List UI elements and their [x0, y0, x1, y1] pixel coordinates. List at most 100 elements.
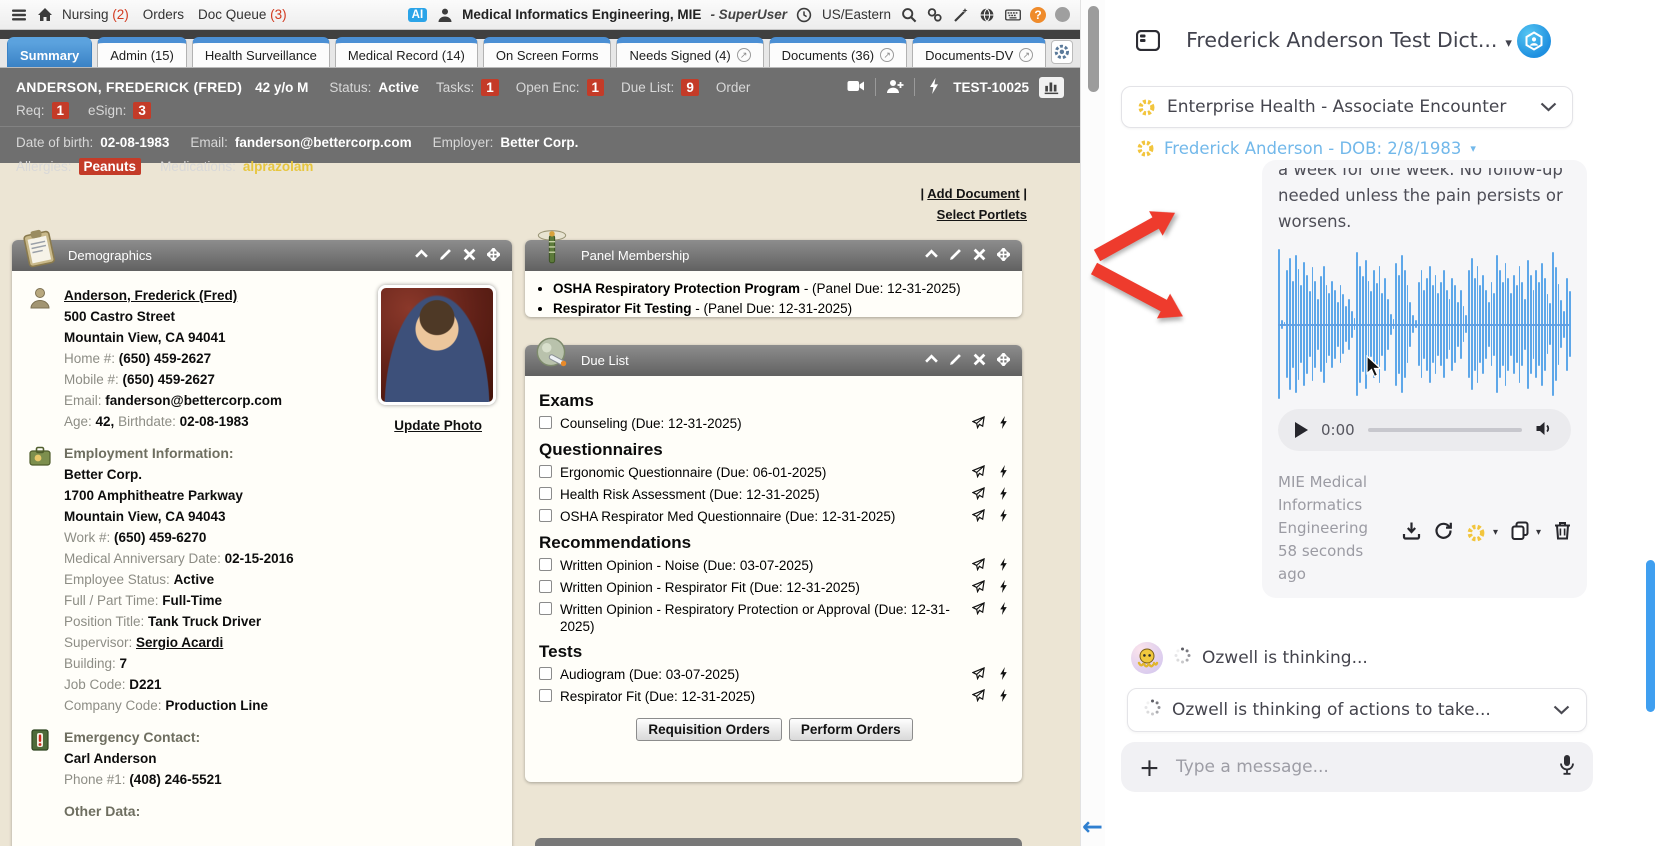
- copy-icon[interactable]: [1511, 521, 1529, 544]
- send-requisition-icon[interactable]: [972, 602, 985, 619]
- user-avatar[interactable]: [1055, 7, 1070, 22]
- due-item-checkbox[interactable]: [539, 465, 552, 478]
- panel-scrollbar-thumb[interactable]: [1646, 560, 1655, 712]
- allergy-badge[interactable]: Peanuts: [79, 158, 142, 175]
- perform-now-icon[interactable]: [997, 667, 1010, 684]
- perform-orders-button[interactable]: Perform Orders: [789, 718, 913, 741]
- due-item-checkbox[interactable]: [539, 602, 552, 615]
- tab-needs-signed[interactable]: Needs Signed (4)↗: [616, 37, 763, 67]
- copy-menu-caret-icon[interactable]: ▾: [1536, 527, 1541, 538]
- requisition-orders-button[interactable]: Requisition Orders: [636, 718, 782, 741]
- select-portlets-link[interactable]: Select Portlets: [937, 207, 1027, 222]
- req-count-badge[interactable]: 1: [52, 102, 70, 119]
- video-call-icon[interactable]: [847, 78, 865, 97]
- microphone-icon[interactable]: [1559, 754, 1575, 780]
- vertical-scrollbar-thumb[interactable]: [1088, 6, 1099, 92]
- add-document-link[interactable]: Add Document: [927, 186, 1019, 201]
- hamburger-menu-icon[interactable]: [10, 6, 27, 23]
- close-icon[interactable]: [973, 248, 986, 264]
- due-item-checkbox[interactable]: [539, 689, 552, 702]
- download-icon[interactable]: [1402, 521, 1421, 544]
- collapse-icon[interactable]: [925, 353, 938, 369]
- open-enc-count-badge[interactable]: 1: [587, 79, 605, 96]
- move-icon[interactable]: [997, 353, 1010, 369]
- send-requisition-icon[interactable]: [972, 465, 985, 482]
- due-item-checkbox[interactable]: [539, 509, 552, 522]
- timezone[interactable]: US/Eastern: [822, 7, 891, 22]
- home-icon[interactable]: [36, 6, 53, 23]
- message-input[interactable]: Type a message...: [1176, 757, 1543, 777]
- edit-pencil-icon[interactable]: [439, 248, 452, 264]
- due-item-checkbox[interactable]: [539, 416, 552, 429]
- demographics-portlet-header[interactable]: Demographics: [12, 240, 512, 271]
- due-item-checkbox[interactable]: [539, 558, 552, 571]
- tab-on-screen-forms[interactable]: On Screen Forms: [483, 37, 612, 67]
- gear-menu-icon[interactable]: [1466, 523, 1486, 543]
- patient-context-link[interactable]: Frederick Anderson - DOB: 2/8/1983 ▾: [1136, 139, 1476, 158]
- tab-admin[interactable]: Admin (15): [97, 37, 187, 67]
- nav-item-nursing[interactable]: Nursing (2): [62, 7, 129, 22]
- move-icon[interactable]: [487, 248, 500, 264]
- tab-health-surveillance[interactable]: Health Surveillance: [192, 37, 330, 67]
- tab-summary[interactable]: Summary: [7, 37, 92, 67]
- send-requisition-icon[interactable]: [972, 416, 985, 433]
- due-list-count-badge[interactable]: 9: [681, 79, 699, 96]
- due-list-header[interactable]: Due List: [525, 345, 1022, 376]
- order-link[interactable]: Order: [716, 80, 751, 95]
- close-icon[interactable]: [973, 353, 986, 369]
- volume-icon[interactable]: [1535, 420, 1554, 441]
- help-icon[interactable]: ?: [1030, 7, 1046, 23]
- keyboard-icon[interactable]: [1004, 6, 1021, 23]
- edit-pencil-icon[interactable]: [949, 248, 962, 264]
- nav-item-orders[interactable]: Orders: [143, 7, 184, 22]
- encounter-selector[interactable]: Enterprise Health - Associate Encounter: [1121, 86, 1573, 128]
- collapse-icon[interactable]: [925, 248, 938, 264]
- action-status-box[interactable]: Ozwell is thinking of actions to take...: [1127, 688, 1587, 732]
- send-requisition-icon[interactable]: [972, 509, 985, 526]
- tab-documents[interactable]: Documents (36)↗: [769, 37, 907, 67]
- perform-now-icon[interactable]: [997, 580, 1010, 597]
- globe-icon[interactable]: [978, 6, 995, 23]
- popout-icon[interactable]: ↗: [1019, 48, 1033, 62]
- perform-now-icon[interactable]: [997, 465, 1010, 482]
- popout-icon[interactable]: ↗: [737, 48, 751, 62]
- link-icon[interactable]: [926, 6, 943, 23]
- perform-now-icon[interactable]: [997, 558, 1010, 575]
- gear-menu-caret-icon[interactable]: ▾: [1493, 527, 1498, 538]
- refresh-icon[interactable]: [1434, 521, 1453, 544]
- send-requisition-icon[interactable]: [972, 667, 985, 684]
- panel-membership-header[interactable]: Panel Membership: [525, 240, 1022, 271]
- send-requisition-icon[interactable]: [972, 689, 985, 706]
- perform-now-icon[interactable]: [997, 602, 1010, 619]
- send-requisition-icon[interactable]: [972, 558, 985, 575]
- update-photo-link[interactable]: Update Photo: [394, 415, 482, 436]
- chart-stats-icon[interactable]: [1039, 77, 1064, 98]
- popout-icon[interactable]: ↗: [880, 48, 894, 62]
- perform-now-icon[interactable]: [997, 509, 1010, 526]
- quick-action-lightning-icon[interactable]: [925, 78, 943, 97]
- wand-icon[interactable]: [952, 6, 969, 23]
- send-requisition-icon[interactable]: [972, 580, 985, 597]
- add-person-icon[interactable]: [886, 78, 904, 97]
- collapse-icon[interactable]: [415, 248, 428, 264]
- tasks-count-badge[interactable]: 1: [481, 79, 499, 96]
- attach-plus-icon[interactable]: +: [1139, 755, 1160, 780]
- tab-settings-icon[interactable]: [1051, 40, 1073, 64]
- ai-badge[interactable]: AI: [408, 8, 428, 22]
- send-requisition-icon[interactable]: [972, 487, 985, 504]
- ozwell-logo[interactable]: [1517, 24, 1551, 58]
- tab-medical-record[interactable]: Medical Record (14): [335, 37, 478, 67]
- close-icon[interactable]: [463, 248, 476, 264]
- due-item-checkbox[interactable]: [539, 667, 552, 680]
- due-item-checkbox[interactable]: [539, 487, 552, 500]
- edit-pencil-icon[interactable]: [949, 353, 962, 369]
- play-button[interactable]: [1295, 422, 1308, 438]
- audio-waveform[interactable]: [1278, 249, 1571, 399]
- nav-item-doc-queue[interactable]: Doc Queue (3): [198, 7, 287, 22]
- panel-collapse-arrow[interactable]: ←: [1082, 814, 1103, 840]
- esign-count-badge[interactable]: 3: [133, 102, 151, 119]
- delete-icon[interactable]: [1554, 521, 1571, 544]
- move-icon[interactable]: [997, 248, 1010, 264]
- search-icon[interactable]: [900, 6, 917, 23]
- perform-now-icon[interactable]: [997, 487, 1010, 504]
